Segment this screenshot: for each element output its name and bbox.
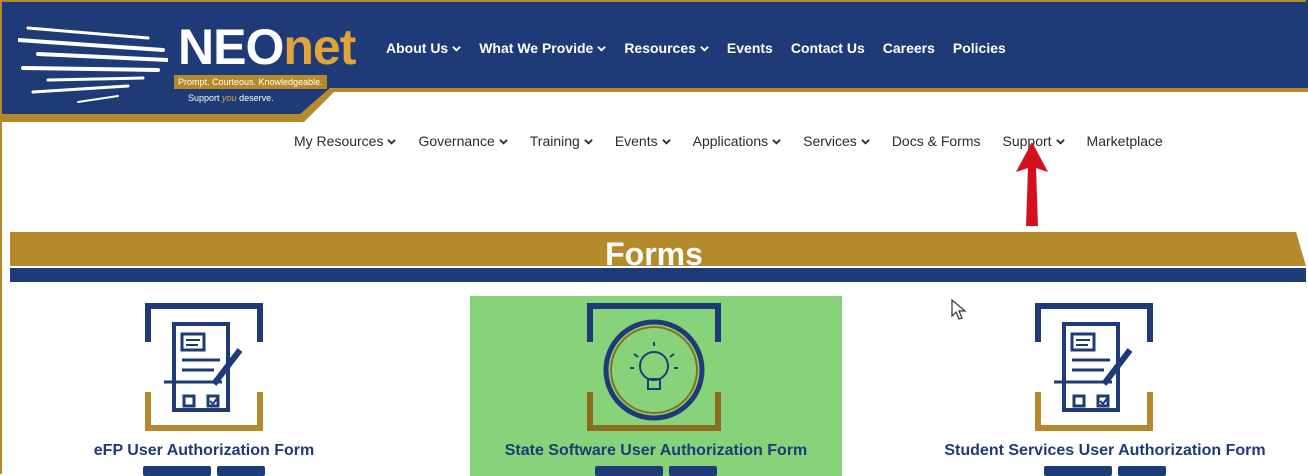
subnav-marketplace[interactable]: Marketplace: [1087, 133, 1163, 149]
card-button[interactable]: [595, 466, 663, 476]
card-title: State Software User Authorization Form: [504, 442, 808, 459]
chevron-down-icon: [861, 138, 870, 145]
speed-lines-logo-icon: [18, 26, 168, 103]
subnav-label: Marketplace: [1086, 133, 1163, 149]
chevron-down-icon: [452, 45, 461, 52]
nav-contact-us[interactable]: Contact Us: [791, 40, 865, 56]
subnav-label: My Resources: [294, 133, 384, 149]
nav-about-us[interactable]: About Us: [386, 40, 461, 56]
card-buttons: [595, 466, 717, 476]
nav-label: Events: [726, 40, 773, 56]
card-buttons: [1044, 466, 1166, 476]
subnav-applications[interactable]: Applications: [693, 133, 782, 149]
logo-text-net: net: [283, 19, 356, 75]
form-card-state-software[interactable]: State Software User Authorization Form: [470, 296, 842, 476]
subnav-label: Events: [614, 133, 658, 149]
chevron-down-icon: [661, 138, 671, 145]
chevron-down-icon: [597, 45, 607, 52]
card-title: Student Services User Authorization Form: [944, 442, 1266, 459]
subnav-services[interactable]: Services: [803, 133, 870, 149]
nav-label: About Us: [386, 40, 449, 56]
form-document-icon: [145, 303, 263, 431]
nav-label: Resources: [624, 40, 696, 56]
nav-careers[interactable]: Careers: [883, 40, 935, 56]
nav-policies[interactable]: Policies: [953, 40, 1006, 56]
form-card-efp[interactable]: eFP User Authorization Form: [84, 296, 324, 476]
nav-label: Contact Us: [790, 40, 865, 56]
card-button[interactable]: [143, 466, 211, 476]
subnav-events[interactable]: Events: [615, 133, 671, 149]
chevron-down-icon: [700, 45, 709, 52]
logo-text-neo: NEO: [178, 19, 284, 75]
form-card-student-services[interactable]: Student Services User Authorization Form: [920, 296, 1290, 476]
nav-what-we-provide[interactable]: What We Provide: [479, 40, 607, 56]
chevron-down-icon: [1055, 138, 1065, 145]
subnav-label: Training: [529, 133, 580, 149]
chevron-down-icon: [584, 138, 593, 145]
red-annotation-arrow-icon: [1016, 142, 1048, 226]
subnav-training[interactable]: Training: [530, 133, 593, 149]
site-header: NEOnet Prompt. Courteous. Knowledgeable.…: [0, 0, 1308, 122]
card-buttons: [143, 466, 265, 476]
chevron-down-icon: [499, 138, 508, 145]
card-button[interactable]: [1118, 466, 1166, 476]
subnav-label: Services: [803, 133, 857, 149]
nav-label: Policies: [952, 40, 1006, 56]
chevron-down-icon: [772, 138, 781, 145]
card-title: eFP User Authorization Form: [93, 442, 315, 459]
nav-label: Careers: [882, 40, 935, 56]
subnav-label: Governance: [418, 133, 495, 149]
nav-events[interactable]: Events: [727, 40, 773, 56]
logo-tagline: Prompt. Courteous. Knowledgeable.: [174, 75, 327, 89]
card-button[interactable]: [669, 466, 717, 476]
slogan-suffix: deserve.: [239, 93, 274, 103]
nav-resources[interactable]: Resources: [624, 40, 709, 56]
primary-nav: About Us What We Provide Resources Event…: [386, 40, 1006, 56]
subnav-governance[interactable]: Governance: [418, 133, 508, 149]
subnav-my-resources[interactable]: My Resources: [294, 133, 397, 149]
site-logo[interactable]: NEOnet: [178, 19, 356, 75]
card-button[interactable]: [217, 466, 265, 476]
lightbulb-icon: [587, 303, 721, 431]
slogan-you: you: [222, 93, 237, 103]
slogan-prefix: Support: [188, 93, 220, 103]
card-button[interactable]: [1044, 466, 1112, 476]
subnav-docs-forms[interactable]: Docs & Forms: [892, 133, 981, 149]
subnav-label: Docs & Forms: [891, 133, 981, 149]
section-title: Forms: [605, 236, 703, 272]
logo-slogan: Support you deserve.: [188, 93, 274, 103]
chevron-down-icon: [387, 138, 397, 145]
form-document-icon: [1035, 303, 1153, 431]
nav-label: What We Provide: [479, 40, 594, 56]
mouse-cursor-icon: [951, 298, 967, 320]
subnav-label: Applications: [692, 133, 769, 149]
